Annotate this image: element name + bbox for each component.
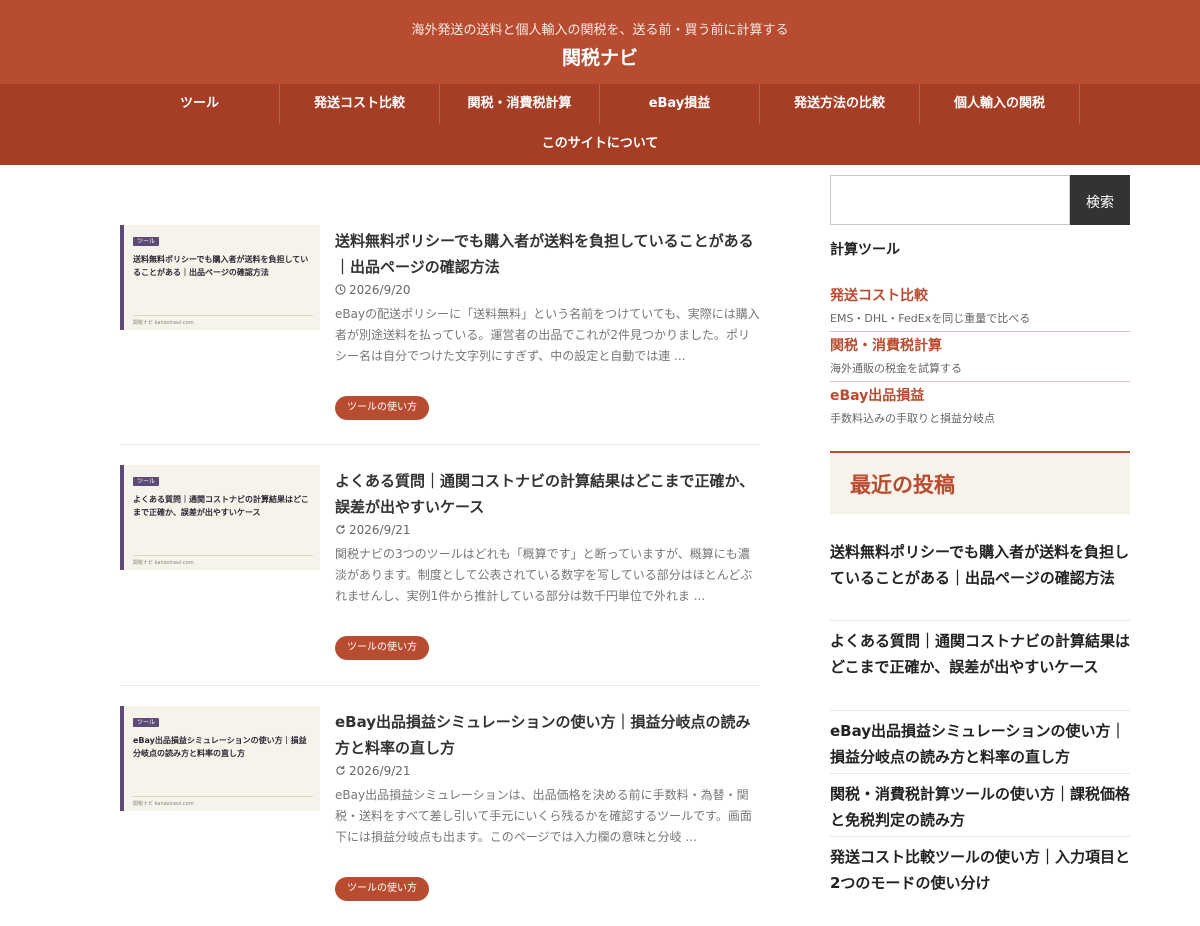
thumbnail-title: よくある質問｜通関コストナビの計算結果はどこまで正確か、誤差が出やすいケース [133,495,309,517]
tool-name[interactable]: 発送コスト比較 [830,285,928,305]
site-header: 海外発送の送料と個人輸入の関税を、送る前・買う前に計算する 関税ナビ [0,0,1200,84]
post-date-text: 2026/9/20 [349,283,411,297]
thumbnail-title: 送料無料ポリシーでも購入者が送料を負担していることがある｜出品ページの確認方法 [133,255,309,277]
post-title[interactable]: よくある質問｜通関コストナビの計算結果はどこまで正確か、誤差が出やすいケース [335,468,760,520]
post-category-badge[interactable]: ツールの使い方 [335,396,429,420]
tool-divider [830,381,1130,382]
thumbnail-tag: ツール [133,718,160,727]
thumbnail-divider [133,555,313,556]
post-category-badge[interactable]: ツールの使い方 [335,636,429,660]
nav-item-ebay-profit[interactable]: eBay損益 [600,84,759,124]
site-tagline: 海外発送の送料と個人輸入の関税を、送る前・買う前に計算する [411,23,789,38]
clock-icon [335,284,346,295]
post-title[interactable]: 送料無料ポリシーでも購入者が送料を負担していることがある｜出品ページの確認方法 [335,228,760,280]
thumbnail-footer: 関税ナビ kanzeinavi.com [133,801,194,807]
post-date-text: 2026/9/21 [349,523,411,537]
post-excerpt: eBay出品損益シミュレーションは、出品価格を決める前に手数料・為替・関税・送料… [335,788,752,844]
post-card: ツール よくある質問｜通関コストナビの計算結果はどこまで正確か、誤差が出やすいケ… [120,465,760,685]
thumbnail-title: eBay出品損益シミュレーションの使い方｜損益分岐点の読み方と料率の直し方 [133,736,307,758]
post-date-text: 2026/9/21 [349,764,411,778]
recent-post-divider [830,620,1130,621]
thumbnail-tag: ツール [133,477,160,486]
post-card: ツール eBay出品損益シミュレーションの使い方｜損益分岐点の読み方と料率の直し… [120,706,760,926]
nav-item-personal-import[interactable]: 個人輸入の関税 [920,84,1079,124]
post-thumbnail[interactable]: ツール eBay出品損益シミュレーションの使い方｜損益分岐点の読み方と料率の直し… [120,706,320,811]
thumbnail-divider [133,796,313,797]
tool-description: EMS・DHL・FedExを同じ重量で比べる [830,312,1031,325]
tool-description: 手数料込みの手取りと損益分岐点 [830,412,995,425]
nav-item-tools[interactable]: ツール [120,84,279,124]
thumbnail-divider [133,315,313,316]
site-title[interactable]: 関税ナビ [0,43,1200,70]
nav-separator [1079,84,1080,124]
post-thumbnail[interactable]: ツール 送料無料ポリシーでも購入者が送料を負担していることがある｜出品ページの確… [120,225,320,330]
search-input[interactable] [830,175,1070,225]
post-date: 2026/9/21 [335,764,411,778]
post-thumbnail[interactable]: ツール よくある質問｜通関コストナビの計算結果はどこまで正確か、誤差が出やすいケ… [120,465,320,570]
post-excerpt: 関税ナビの3つのツールはどれも「概算です」と断っていますが、概算にも濃淡がありま… [335,547,753,603]
refresh-icon [336,765,345,775]
recent-post-link[interactable]: 関税・消費税計算ツールの使い方｜課税価格と免税判定の読み方 [830,781,1130,833]
tool-link-ebay-profit[interactable]: eBay出品損益 手数料込みの手取りと損益分岐点 [830,385,1130,435]
recent-post-link[interactable]: 送料無料ポリシーでも購入者が送料を負担していることがある｜出品ページの確認方法 [830,539,1130,591]
recent-posts-title: 最近の投稿 [850,473,955,497]
recent-post-divider [830,710,1130,711]
tool-description: 海外通販の税金を試算する [830,362,962,375]
nav-item-about[interactable]: このサイトについて [520,124,680,164]
post-date: 2026/9/20 [335,283,411,297]
post-excerpt: eBayの配送ポリシーに「送料無料」という名前をつけていても、実際には購入者が別… [335,307,760,363]
recent-post-link[interactable]: eBay出品損益シミュレーションの使い方｜損益分岐点の読み方と料率の直し方 [830,718,1130,770]
tools-widget-title: 計算ツール [830,242,900,258]
nav-item-shipping-methods[interactable]: 発送方法の比較 [760,84,919,124]
post-card: ツール 送料無料ポリシーでも購入者が送料を負担していることがある｜出品ページの確… [120,225,760,445]
tool-name[interactable]: eBay出品損益 [830,385,924,405]
recent-posts-header: 最近の投稿 [830,451,1130,514]
tool-link-shipping-cost[interactable]: 発送コスト比較 EMS・DHL・FedExを同じ重量で比べる [830,285,1130,335]
post-category-badge[interactable]: ツールの使い方 [335,877,429,901]
tool-divider [830,331,1130,332]
refresh-icon [336,524,345,534]
post-divider [120,444,760,445]
recent-post-link[interactable]: 発送コスト比較ツールの使い方｜入力項目と2つのモードの使い分け [830,844,1130,896]
nav-item-customs-tax[interactable]: 関税・消費税計算 [440,84,599,124]
recent-post-divider [830,773,1130,774]
recent-post-link[interactable]: よくある質問｜通関コストナビの計算結果はどこまで正確か、誤差が出やすいケース [830,628,1130,680]
thumbnail-footer: 関税ナビ kanzeinavi.com [133,320,194,326]
tool-link-customs-tax[interactable]: 関税・消費税計算 海外通販の税金を試算する [830,335,1130,385]
post-title[interactable]: eBay出品損益シミュレーションの使い方｜損益分岐点の読み方と料率の直し方 [335,709,760,761]
search-form: 検索 [830,175,1130,225]
tool-name[interactable]: 関税・消費税計算 [830,335,942,355]
thumbnail-tag: ツール [133,237,160,246]
recent-post-divider [830,836,1130,837]
post-divider [120,685,760,686]
nav-item-shipping-cost[interactable]: 発送コスト比較 [280,84,439,124]
search-button[interactable]: 検索 [1070,175,1130,225]
thumbnail-footer: 関税ナビ kanzeinavi.com [133,560,194,566]
global-nav: ツール 発送コスト比較 関税・消費税計算 eBay損益 発送方法の比較 個人輸入… [0,84,1200,165]
post-date: 2026/9/21 [335,523,411,537]
